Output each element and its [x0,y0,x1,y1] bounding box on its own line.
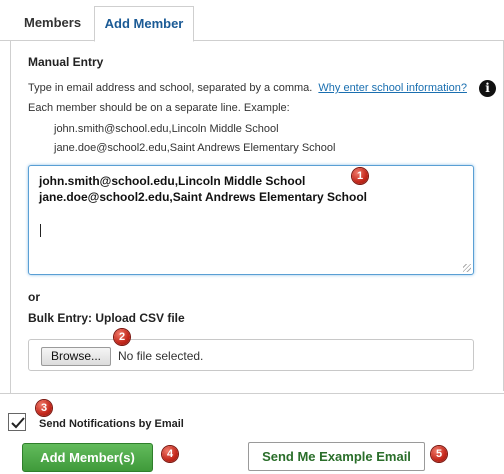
send-notifications-label[interactable]: Send Notifications by Email [39,418,184,430]
text-caret [40,224,41,237]
info-icon[interactable]: i [479,80,496,97]
add-members-button[interactable]: Add Member(s) [22,443,153,472]
textarea-line: jane.doe@school2.edu,Saint Andrews Eleme… [39,190,368,204]
csv-file-input[interactable]: Browse... No file selected. [28,339,474,371]
send-notifications-checkbox[interactable] [8,413,26,431]
members-textarea[interactable]: john.smith@school.edu,Lincoln Middle Sch… [28,165,474,275]
file-status: No file selected. [118,349,204,363]
checkmark-icon [11,417,25,429]
manual-entry-title: Manual Entry [28,55,104,69]
instruction-text: Type in email address and school, separa… [28,82,313,94]
callout-marker-2: 2 [114,329,130,345]
tab-members[interactable]: Members [10,6,95,41]
instruction-line-2: Each member should be on a separate line… [28,102,290,114]
tab-add-member[interactable]: Add Member [94,6,194,42]
callout-marker-1: 1 [352,168,368,184]
footer-divider [0,393,504,394]
example-line-2: jane.doe@school2.edu,Saint Andrews Eleme… [54,142,336,154]
callout-marker-5: 5 [431,446,447,462]
browse-button[interactable]: Browse... [41,347,111,366]
callout-marker-3: 3 [36,400,52,416]
instruction-line-1: Type in email address and school, separa… [28,82,467,94]
bulk-entry-title: Bulk Entry: Upload CSV file [28,311,185,325]
why-school-info-link[interactable]: Why enter school information? [318,82,467,94]
tab-bar: Members Add Member [0,0,504,42]
or-label: or [28,290,40,304]
resize-handle[interactable] [463,264,471,272]
example-line-1: john.smith@school.edu,Lincoln Middle Sch… [54,123,279,135]
send-example-email-button[interactable]: Send Me Example Email [248,442,425,471]
textarea-line: john.smith@school.edu,Lincoln Middle Sch… [39,174,306,188]
callout-marker-4: 4 [162,446,178,462]
